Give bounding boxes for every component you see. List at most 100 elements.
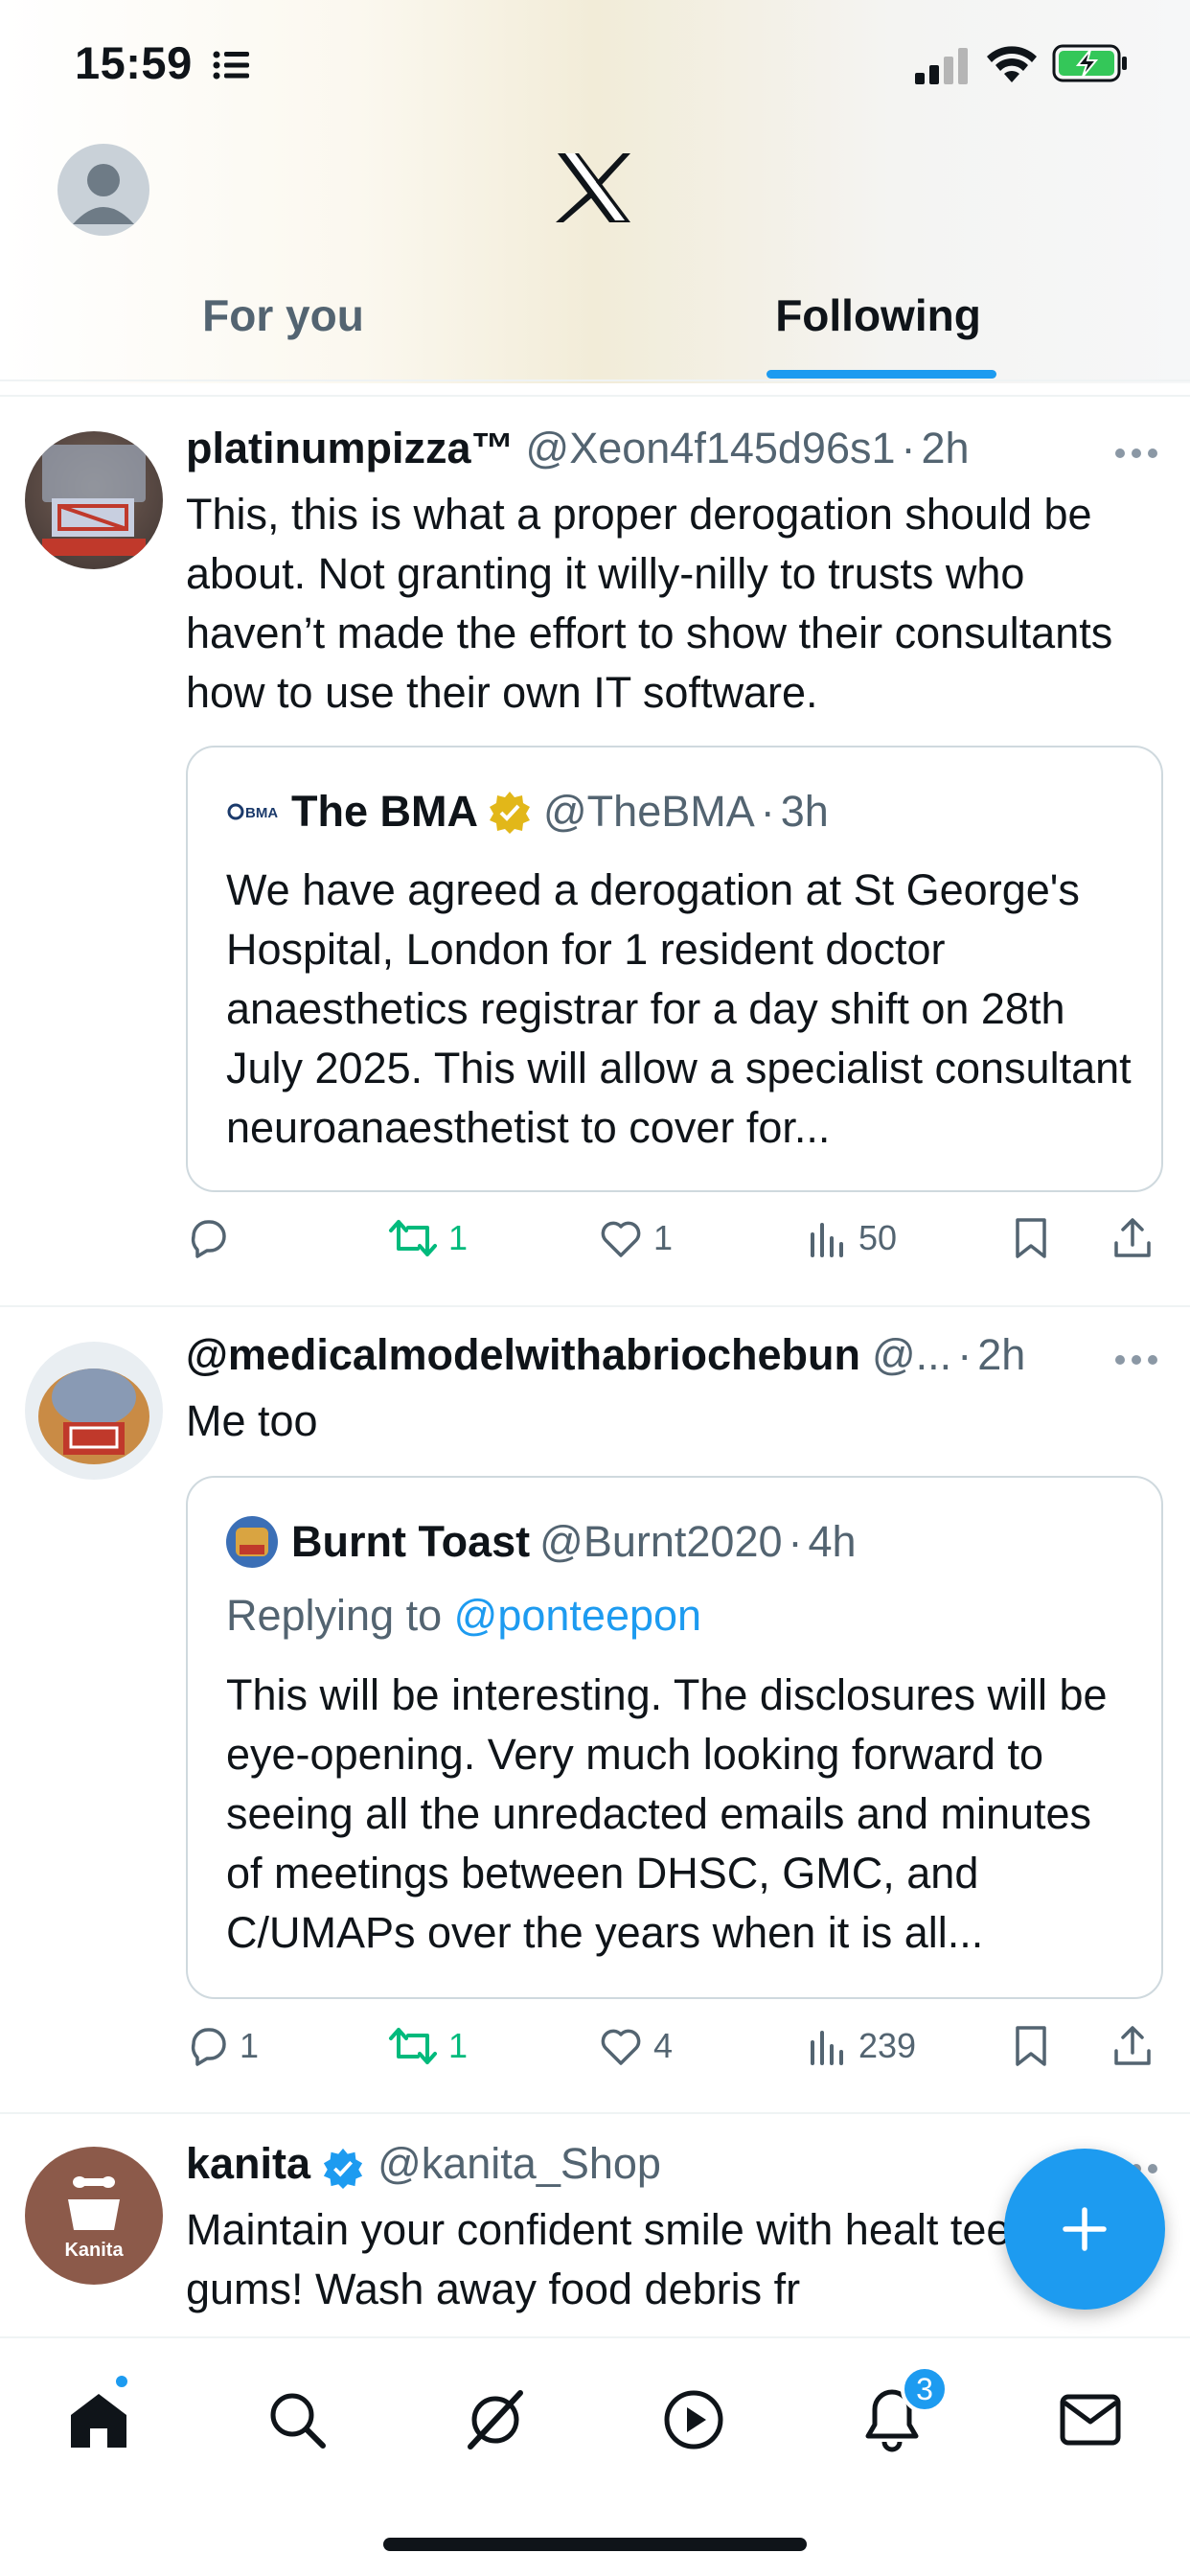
quoted-tweet[interactable]: Burnt Toast @Burnt2020 · 4h Replying to … <box>186 1476 1163 1999</box>
author-handle[interactable]: @... <box>872 1330 951 1380</box>
retweet-count: 1 <box>448 1218 469 1257</box>
quote-avatar <box>226 1516 278 1568</box>
cellular-signal-icon <box>915 48 968 84</box>
home-indicator[interactable] <box>383 2538 807 2551</box>
tweet-header: kanita @kanita_Shop <box>186 2139 661 2196</box>
reply-icon <box>191 2028 226 2066</box>
tab-grok[interactable] <box>452 2377 538 2463</box>
like-count: 4 <box>653 2026 674 2065</box>
more-options-icon[interactable] <box>1113 447 1159 460</box>
tweet-actions: 1 1 4 239 <box>186 2012 1163 2080</box>
grok-icon <box>468 2390 523 2450</box>
verified-gold-icon <box>490 792 530 834</box>
tweet-header: @medicalmodelwithabriochebun @... · 2h <box>186 1330 1025 1388</box>
mail-icon <box>1060 2394 1121 2446</box>
feed-tabs: For you Following <box>0 278 1190 380</box>
quote-avatar: BMA <box>226 786 278 838</box>
like-button[interactable]: 1 <box>598 1205 673 1272</box>
quoted-tweet[interactable]: BMA The BMA @TheBMA · 3h We have agreed … <box>186 746 1163 1192</box>
reply-button[interactable] <box>186 1205 240 1272</box>
quote-text: We have agreed a derogation at St George… <box>226 865 1132 1152</box>
list-icon <box>213 51 249 80</box>
more-options-icon[interactable] <box>1113 1353 1159 1367</box>
tweet[interactable]: @medicalmodelwithabriochebun @... · 2h M… <box>0 1307 1190 2112</box>
reply-icon <box>191 1220 226 1258</box>
quote-header: Burnt Toast @Burnt2020 · 4h <box>226 1516 857 1568</box>
like-count: 1 <box>653 1218 674 1257</box>
tab-messages[interactable] <box>1047 2377 1133 2463</box>
tab-search[interactable] <box>254 2377 340 2463</box>
share-icon <box>1114 2026 1151 2065</box>
share-icon <box>1114 1218 1151 1257</box>
separator-dot: · <box>788 1517 803 1566</box>
quote-timestamp: 4h <box>808 1517 857 1566</box>
views-chart-icon <box>811 2031 843 2065</box>
author-name[interactable]: platinumpizza™ <box>186 424 515 473</box>
wifi-icon <box>987 46 1037 82</box>
tweet-text: Maintain your confident smile with healt… <box>186 2205 1131 2313</box>
views-button[interactable]: 50 <box>807 1205 897 1272</box>
views-chart-icon <box>811 1223 843 1257</box>
tweet[interactable]: platinumpizza™ @Xeon4f145d96s1 · 2h This… <box>0 397 1190 1305</box>
quote-timestamp: 3h <box>780 787 829 836</box>
verified-blue-icon <box>323 2148 363 2189</box>
tab-following[interactable]: Following <box>566 278 1190 380</box>
tweet-avatar[interactable] <box>25 431 163 569</box>
reply-button[interactable]: 1 <box>186 2012 259 2080</box>
retweet-count: 1 <box>448 2026 469 2065</box>
author-name[interactable]: kanita <box>186 2139 310 2189</box>
gmc-protest-image-icon <box>42 445 146 556</box>
battery-charging-icon <box>1052 44 1127 82</box>
views-count: 50 <box>858 1218 898 1257</box>
status-bar: 15:59 <box>0 0 1190 125</box>
tweet-avatar[interactable] <box>25 1342 163 1480</box>
x-logo-icon[interactable] <box>556 151 632 224</box>
author-handle[interactable]: @kanita_Shop <box>378 2139 661 2189</box>
author-name[interactable]: @medicalmodelwithabriochebun <box>186 1330 860 1380</box>
retweet-button[interactable]: 1 <box>387 2012 468 2080</box>
timestamp: 2h <box>977 1330 1026 1379</box>
quote-text: This will be interesting. The disclosure… <box>226 1670 1108 1957</box>
quote-author-name: The BMA <box>291 787 478 836</box>
bma-logo-icon: BMA <box>227 803 278 821</box>
compose-tweet-button[interactable] <box>1004 2149 1165 2310</box>
pet-bowl-icon <box>68 2175 120 2230</box>
author-handle[interactable]: @Xeon4f145d96s1 <box>526 424 896 473</box>
tweet-text: This, this is what a proper derogation s… <box>186 490 1113 717</box>
tab-home[interactable] <box>56 2377 142 2463</box>
quote-author-name: Burnt Toast <box>291 1517 531 1566</box>
tweet-actions: 1 1 50 <box>186 1205 1163 1272</box>
quote-header: BMA The BMA @TheBMA · 3h <box>226 786 829 838</box>
divider <box>0 380 1190 381</box>
tweet-avatar[interactable]: Kanita <box>25 2147 163 2285</box>
retweet-button[interactable]: 1 <box>387 1205 468 1272</box>
bookmark-button[interactable] <box>1012 2012 1060 2080</box>
tweet-text: Me too <box>186 1396 318 1445</box>
home-unread-dot <box>113 2373 130 2390</box>
header <box>0 134 1190 249</box>
separator-dot: · <box>760 787 775 836</box>
replying-to-handle[interactable]: @ponteepon <box>454 1591 701 1640</box>
bookmark-button[interactable] <box>1012 1205 1060 1272</box>
quote-avatar-text: BMA <box>245 805 278 821</box>
status-time: 15:59 <box>75 37 193 88</box>
burnt-toast-avatar-icon <box>236 1528 268 1556</box>
tab-video[interactable] <box>651 2377 737 2463</box>
separator-dot: · <box>901 424 916 472</box>
share-button[interactable] <box>1111 2012 1163 2080</box>
avatar-brand-text: Kanita <box>64 2239 124 2261</box>
bookmark-icon <box>1016 1218 1046 1258</box>
notifications-badge: 3 <box>901 2365 949 2413</box>
search-icon <box>270 2393 326 2449</box>
retweet-icon <box>389 2028 437 2064</box>
views-count: 239 <box>858 2026 917 2065</box>
tab-for-you[interactable]: For you <box>0 278 566 380</box>
profile-avatar[interactable] <box>57 144 149 236</box>
replying-to-label: Replying to <box>226 1591 443 1640</box>
views-button[interactable]: 239 <box>807 2012 916 2080</box>
quote-author-handle: @TheBMA <box>543 787 755 836</box>
heart-icon <box>601 2029 641 2065</box>
like-button[interactable]: 4 <box>598 2012 673 2080</box>
plus-icon <box>1063 2207 1107 2251</box>
share-button[interactable] <box>1111 1205 1163 1272</box>
